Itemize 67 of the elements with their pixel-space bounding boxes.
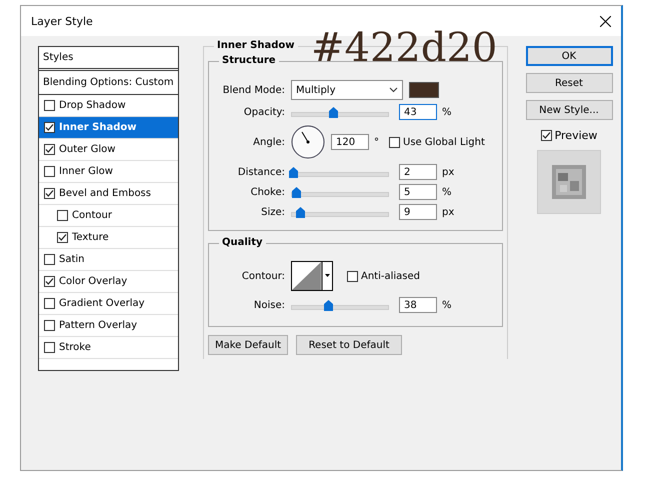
- action-button[interactable]: New Style...: [526, 100, 612, 120]
- action-button[interactable]: Reset: [526, 73, 612, 93]
- list-header: Styles: [43, 52, 74, 63]
- group-title: Inner Shadow: [214, 40, 298, 51]
- unit-label: px: [442, 166, 454, 178]
- contour-picker[interactable]: [291, 261, 333, 291]
- color-swatch[interactable]: [409, 82, 439, 98]
- checkbox[interactable]: [44, 122, 55, 133]
- group-title: Quality: [219, 237, 266, 248]
- checkbox[interactable]: [57, 210, 68, 221]
- checkbox-label: Anti-aliased: [361, 270, 420, 282]
- checkbox[interactable]: [44, 144, 55, 155]
- slider-track[interactable]: [291, 300, 389, 310]
- unit-label: %: [442, 106, 452, 118]
- field-label: Choke:: [250, 186, 286, 198]
- slider-thumb[interactable]: [292, 186, 301, 198]
- checkbox[interactable]: [540, 130, 552, 140]
- slider-thumb[interactable]: [288, 166, 298, 178]
- checkbox[interactable]: [44, 276, 55, 287]
- blending-options[interactable]: Blending Options: Custom: [43, 77, 174, 88]
- checkbox[interactable]: [44, 100, 55, 111]
- blend-mode-select[interactable]: Multiply: [291, 80, 403, 100]
- value-field[interactable]: 5: [399, 184, 437, 200]
- field-label: Opacity:: [242, 106, 286, 118]
- slider-thumb[interactable]: [324, 300, 334, 310]
- checkbox-label: Use Global Light: [403, 136, 485, 148]
- value-field[interactable]: 38: [399, 297, 437, 313]
- slider-thumb[interactable]: [296, 206, 305, 218]
- slider-track[interactable]: [291, 106, 389, 118]
- checkbox[interactable]: [44, 254, 55, 265]
- checkbox[interactable]: [44, 188, 55, 199]
- checkbox-label: Preview: [554, 128, 598, 142]
- chevron-icon: [389, 87, 398, 93]
- value-field[interactable]: 9: [399, 204, 437, 220]
- unit-label: %: [442, 300, 452, 310]
- checkbox[interactable]: [44, 342, 55, 353]
- unit-label: %: [442, 186, 452, 198]
- action-button[interactable]: OK: [526, 46, 612, 66]
- field-label: Noise:: [252, 300, 286, 310]
- checkbox[interactable]: [44, 298, 55, 309]
- checkbox[interactable]: [389, 136, 400, 148]
- default-button[interactable]: Reset to Default: [296, 335, 402, 355]
- annotation-text: #422d20: [311, 28, 498, 68]
- group-title: Structure: [219, 55, 279, 66]
- angle-dial[interactable]: [291, 125, 325, 159]
- field-label: Distance:: [236, 166, 286, 178]
- unit-label: px: [442, 206, 454, 218]
- checkbox[interactable]: [347, 270, 358, 282]
- default-button[interactable]: Make Default: [208, 335, 288, 355]
- unit-label: °: [374, 136, 379, 148]
- slider-track[interactable]: [291, 206, 389, 218]
- value-field[interactable]: 43: [399, 104, 437, 120]
- checkbox[interactable]: [44, 320, 55, 331]
- value-field[interactable]: 120: [331, 134, 369, 150]
- field-label: Contour:: [240, 270, 286, 282]
- field-label: Angle:: [252, 136, 286, 148]
- value-field[interactable]: 2: [399, 164, 437, 180]
- field-label: Size:: [260, 206, 286, 218]
- style-item[interactable]: Inner Shadow: [39, 117, 178, 139]
- checkbox[interactable]: [44, 166, 55, 177]
- window-title: Layer Style: [31, 14, 93, 28]
- slider-thumb[interactable]: [329, 106, 338, 118]
- slider-track[interactable]: [291, 186, 389, 198]
- slider-track[interactable]: [291, 166, 389, 178]
- field-label: Blend Mode:: [222, 84, 286, 96]
- close-icon[interactable]: [600, 16, 611, 26]
- checkbox[interactable]: [57, 232, 68, 243]
